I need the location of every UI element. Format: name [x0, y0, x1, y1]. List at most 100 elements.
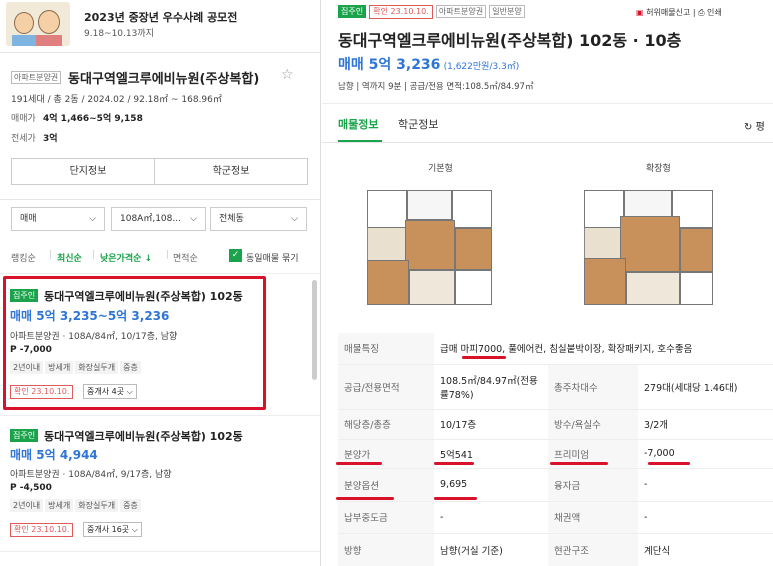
row-label: 총주차대수	[548, 364, 638, 410]
divider	[0, 199, 320, 200]
complex-info-button[interactable]: 단지정보	[11, 158, 165, 185]
row-label: 현관구조	[548, 533, 638, 566]
listing-price: 매매 5억 4,944	[10, 448, 98, 462]
listing-detail: 아파트분양권 · 108A/84㎡, 9/17층, 남향	[10, 470, 172, 480]
row-value: 계단식	[638, 533, 773, 566]
sort-ranking[interactable]: 랭킹순	[11, 251, 36, 264]
detail-price-per-area: (1,622만원/3.3㎡)	[443, 62, 520, 72]
annotation-underline	[336, 497, 394, 500]
banner-title: 2023년 중장년 우수사례 공모전	[84, 11, 238, 24]
annotation-underline	[648, 462, 690, 465]
print-icon: ⎙	[698, 8, 705, 17]
school-info-button[interactable]: 학군정보	[154, 158, 308, 185]
divider	[322, 103, 773, 104]
table-row: 매물특징 급매 마피7000, 풀에어컨, 침실붙박이장, 확장패키지, 호수좋…	[338, 333, 773, 365]
confirmed-date-badge: 확인 23.10.10.	[369, 5, 433, 19]
row-value: 급매 마피7000, 풀에어컨, 침실붙박이장, 확장패키지, 호수좋음	[434, 333, 773, 365]
row-label: 채권액	[548, 501, 638, 534]
divider	[0, 415, 320, 416]
divider: |	[166, 250, 170, 260]
tab-listing-info[interactable]: 매물정보	[338, 116, 378, 132]
annotation-underline	[550, 462, 608, 465]
row-value: -	[638, 501, 773, 534]
annotation-underline	[336, 462, 382, 465]
owner-badge: 집주인	[10, 429, 39, 442]
floorplan-extended-label: 확장형	[646, 164, 671, 174]
refresh-unit-toggle[interactable]: ↻ 평	[744, 118, 765, 133]
complex-badge: 아파트분양권	[11, 71, 62, 84]
list-item[interactable]: 집주인 동대구역엘크루에비뉴원(주상복합) 102동 매매 5억 4,944 아…	[6, 427, 306, 545]
refresh-icon: ↻	[744, 122, 753, 133]
row-value: 108.5㎡/84.97㎡(전용률78%)	[434, 364, 548, 410]
complex-summary: 191세대 / 총 2동 / 2024.02 / 92.18㎡ ~ 168.96…	[11, 95, 222, 105]
scrollbar[interactable]	[312, 280, 317, 380]
row-value: 279대(세대당 1.46대)	[638, 364, 773, 410]
row-label: 납부중도금	[338, 501, 434, 534]
row-value: -	[434, 501, 548, 534]
favorite-star-icon[interactable]: ☆	[281, 67, 294, 83]
sale-price-label: 매매가	[11, 114, 36, 124]
divider	[0, 273, 320, 274]
feature-tag: 방세개	[45, 499, 74, 512]
table-row: 방향 남향(거실 기준) 현관구조 계단식	[338, 533, 773, 566]
row-value: 10/17층	[434, 409, 548, 440]
row-label: 방수/욕실수	[548, 409, 638, 440]
detail-panel: 집주인 확인 23.10.10. 아파트분양권 일반분양 ▣ 허위매물신고 | …	[322, 0, 773, 566]
chevron-down-icon: ⌵	[89, 214, 96, 224]
detail-title: 동대구역엘크루에비뉴원(주상복합) 102동 · 10층	[338, 31, 682, 50]
sort-latest[interactable]: 최신순	[57, 251, 82, 264]
floorplan-basic-label: 기본형	[428, 164, 453, 174]
sort-area[interactable]: 면적순	[173, 251, 198, 264]
chevron-down-icon: ⌵	[291, 214, 298, 224]
sale-price-range: 4억 1,466~5억 9,158	[43, 114, 143, 124]
chevron-down-icon: ⌵	[190, 214, 197, 224]
annotation-underline	[434, 497, 477, 500]
owner-badge: 집주인	[338, 5, 367, 18]
divider	[322, 142, 773, 143]
jeonse-price-value: 3억	[43, 134, 58, 144]
jeonse-price-label: 전세가	[11, 134, 36, 144]
row-label: 융자금	[548, 468, 638, 502]
floorplan-basic-image[interactable]	[367, 180, 492, 311]
row-label: 방향	[338, 533, 434, 566]
divider: |	[92, 250, 96, 260]
banner-dates: 9.18~10.13까지	[84, 29, 154, 39]
feature-tag: 2년이내	[10, 499, 44, 512]
area-select[interactable]: 108A㎡,108... ⌵	[111, 207, 206, 231]
feature-tag: 화장실두개	[75, 499, 119, 512]
divider	[0, 551, 320, 552]
listing-features: 2년이내 방세개 화장실두개 중층	[10, 499, 143, 512]
annotation-underline	[462, 356, 506, 359]
report-link[interactable]: ▣ 허위매물신고 | ⎙ 인쇄	[636, 7, 722, 18]
row-value: -	[638, 468, 773, 502]
detail-price-main: 매매 5억 3,236	[338, 57, 441, 73]
trade-type-select[interactable]: 매매 ⌵	[11, 207, 105, 231]
detail-meta: 남향 | 역까지 9분 | 공급/전용 면적:108.5㎡/84.97㎡	[338, 82, 534, 92]
floorplan-extended-image[interactable]	[584, 180, 713, 311]
row-label: 매물특징	[338, 333, 434, 365]
annotation-underline	[434, 462, 474, 465]
table-row: 납부중도금 - 채권액 -	[338, 501, 773, 534]
checkbox-checked-icon[interactable]: ✓	[229, 249, 242, 262]
divider	[0, 52, 320, 53]
divider: |	[49, 250, 53, 260]
row-label: 공급/전용면적	[338, 364, 434, 410]
tab-school-info[interactable]: 학군정보	[398, 116, 438, 132]
table-row: 공급/전용면적 108.5㎡/84.97㎡(전용률78%) 총주차대수 279대…	[338, 364, 773, 410]
promo-banner[interactable]: 2023년 중장년 우수사례 공모전 9.18~10.13까지	[0, 0, 320, 52]
listing-title: 동대구역엘크루에비뉴원(주상복합) 102동	[44, 430, 243, 443]
type-tag: 일반분양	[489, 5, 525, 18]
row-value: 남향(거실 기준)	[434, 533, 548, 566]
confirmed-date-badge: 확인 23.10.10.	[10, 523, 74, 537]
row-label: 해당층/총층	[338, 409, 434, 440]
same-listing-toggle-label: 동일매물 묶기	[246, 254, 299, 264]
highlight-box	[3, 276, 266, 410]
agents-dropdown[interactable]: 중개사 16곳 ⌵	[83, 522, 142, 537]
table-row: 분양옵션 9,695 융자금 -	[338, 468, 773, 502]
detail-tags: 집주인 확인 23.10.10. 아파트분양권 일반분양	[338, 5, 525, 19]
sort-low-price[interactable]: 낮은가격순 ↓	[100, 251, 152, 264]
building-select[interactable]: 전체동 ⌵	[210, 207, 307, 231]
listing-panel: 2023년 중장년 우수사례 공모전 9.18~10.13까지 아파트분양권 동…	[0, 0, 321, 566]
complex-name: 동대구역엘크루에비뉴원(주상복합)	[68, 72, 260, 87]
table-row: 해당층/총층 10/17층 방수/욕실수 3/2개	[338, 409, 773, 440]
